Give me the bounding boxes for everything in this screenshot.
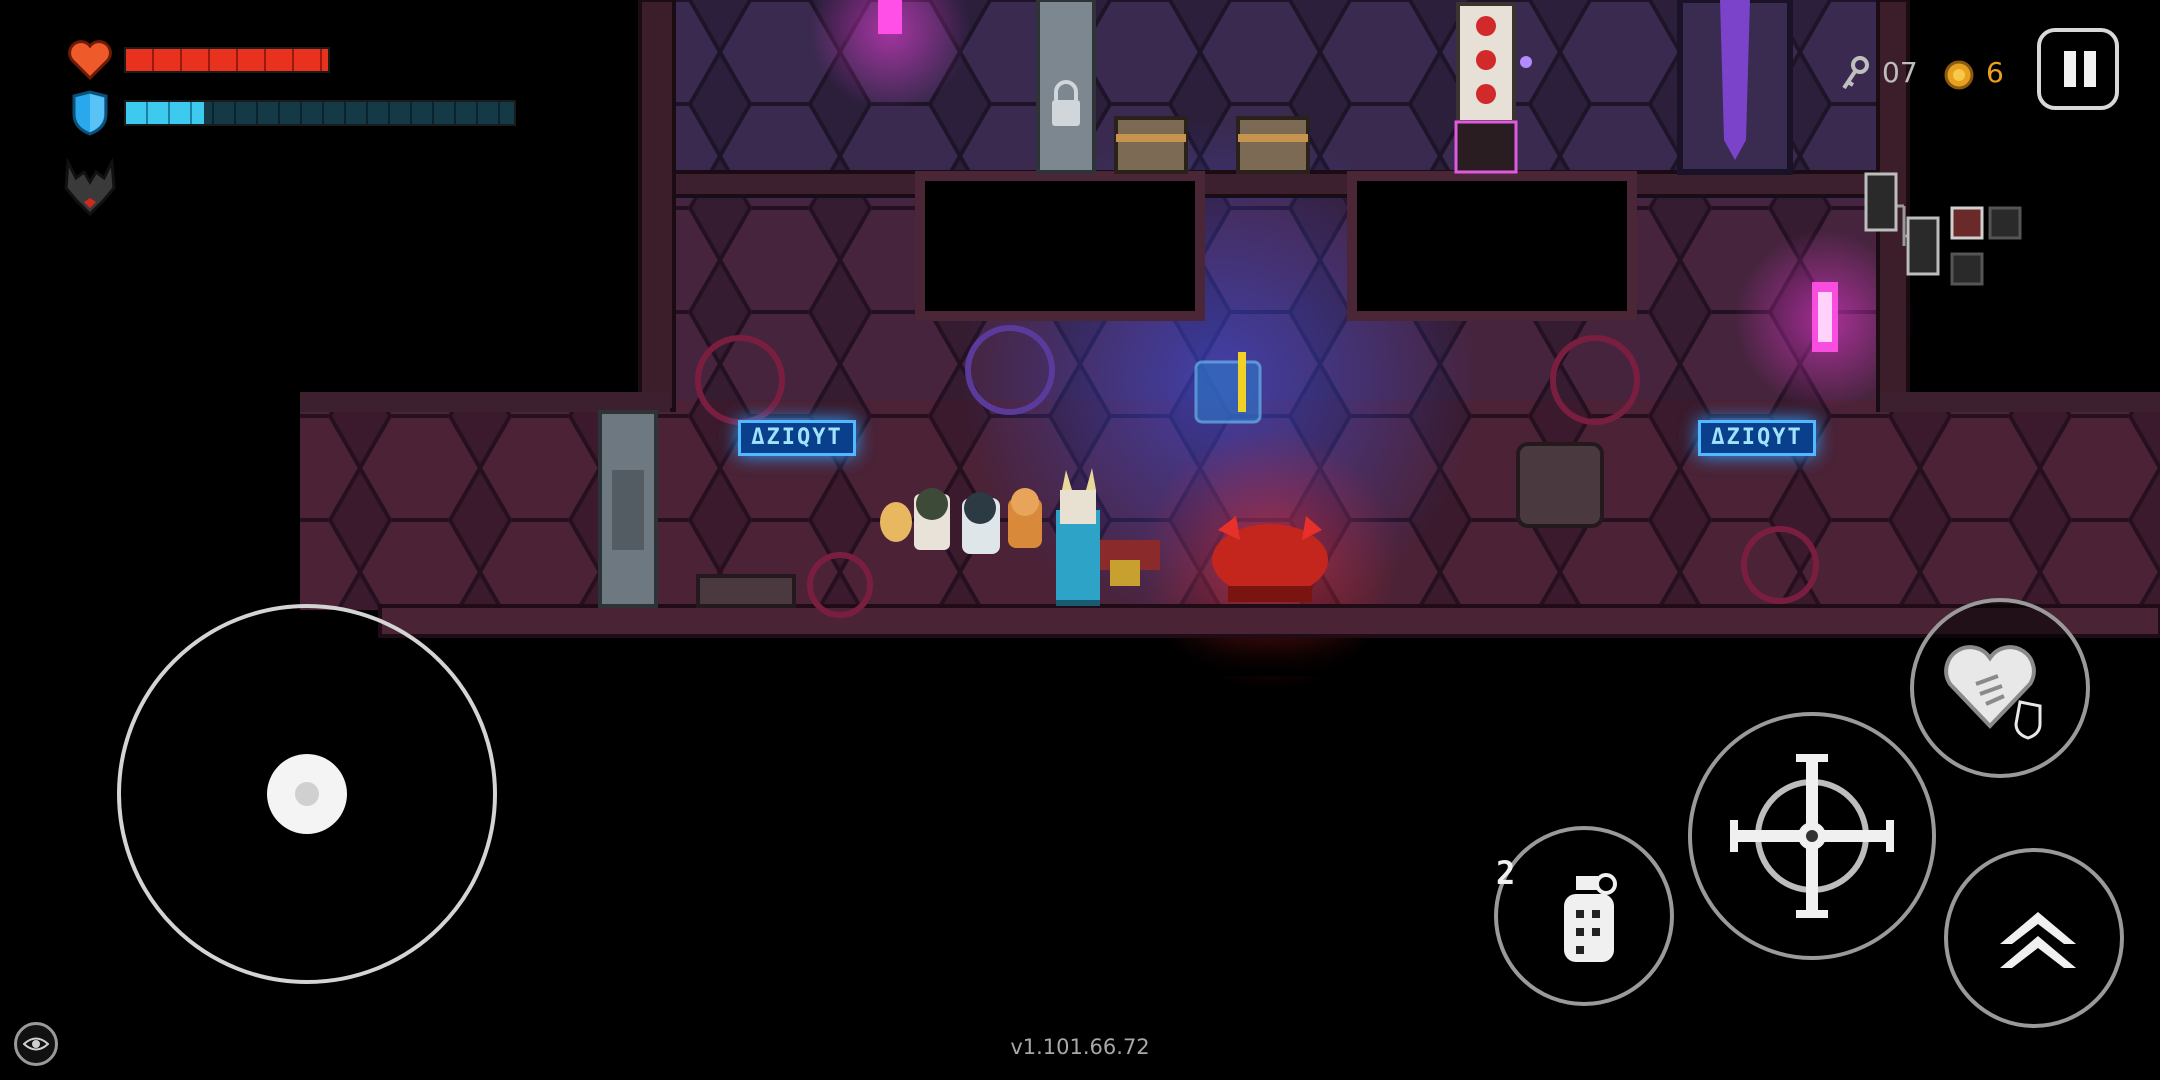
settings-button[interactable] <box>14 1022 58 1066</box>
key-icon <box>1842 56 1869 90</box>
skill-button[interactable] <box>1910 598 2090 778</box>
heart-shield-icon <box>1944 645 2042 740</box>
demon-helmet-icon <box>64 158 116 217</box>
health-bar-fill <box>126 49 328 71</box>
version-label: v1.101.66.72 <box>1010 1035 1150 1059</box>
coin-count: 6 <box>1986 56 2004 89</box>
pet-alien <box>914 488 950 550</box>
hud-top-left <box>60 30 530 220</box>
grenade-icon <box>1564 873 1617 962</box>
pet-monkey <box>1008 488 1042 548</box>
minimap-current-room <box>1950 206 1984 240</box>
health-bar <box>124 47 330 73</box>
crab-enemy <box>1212 516 1328 602</box>
jump-button[interactable] <box>1944 848 2124 1028</box>
neon-sign: ΔZIQYT <box>738 420 856 456</box>
minimap <box>1864 172 2022 286</box>
movement-joystick[interactable] <box>117 604 497 984</box>
minimap-room <box>1988 206 2022 240</box>
grenade-button[interactable] <box>1494 826 1674 1006</box>
shield-bar-fill <box>126 102 204 124</box>
treasure-chest <box>1114 116 1188 174</box>
double-chevron-up-icon <box>2000 912 2076 968</box>
pause-icon <box>2064 51 2076 87</box>
key-count: 07 <box>1882 56 1918 89</box>
joystick-thumb[interactable] <box>267 754 347 834</box>
minimap-room <box>1906 216 1940 276</box>
minimap-room <box>1950 252 1984 286</box>
pet-robot <box>962 492 1000 554</box>
shield-icon <box>72 90 108 136</box>
treasure-chest <box>1236 116 1310 174</box>
heart-icon <box>68 40 112 80</box>
fire-button[interactable] <box>1688 712 1936 960</box>
minimap-room <box>1864 172 1898 232</box>
grenade-count: 2 <box>1496 854 1516 892</box>
pause-button[interactable] <box>2037 28 2119 110</box>
coin-icon <box>1944 60 1974 90</box>
neon-sign: ΔZIQYT <box>1698 420 1816 456</box>
crosshair-icon <box>1730 754 1894 918</box>
eye-settings-icon <box>23 1037 49 1051</box>
shield-bar <box>124 100 516 126</box>
